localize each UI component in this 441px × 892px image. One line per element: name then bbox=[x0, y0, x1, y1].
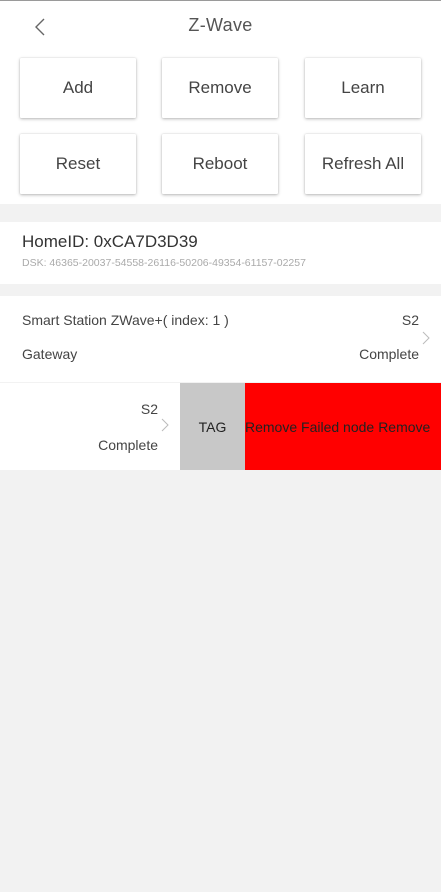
tag-button[interactable]: TAG bbox=[180, 383, 245, 470]
remove-node-button[interactable]: Remove bbox=[378, 419, 430, 435]
device-type: Gateway bbox=[22, 346, 78, 362]
security-level: S2 bbox=[140, 401, 158, 417]
home-id: HomeID: 0xCA7D3D39 bbox=[22, 232, 198, 251]
device-name: Smart Station ZWave+( index: 1 ) bbox=[22, 312, 229, 328]
inclusion-status: Complete bbox=[359, 346, 419, 362]
security-level: S2 bbox=[401, 312, 419, 328]
dsk-value: DSK: 46365-20037-54558-26116-50206-49354… bbox=[22, 257, 306, 269]
chevron-right-icon bbox=[161, 418, 169, 432]
chevron-right-icon bbox=[422, 331, 430, 345]
learn-button[interactable]: Learn bbox=[305, 58, 421, 118]
danger-actions: Remove Failed node Remove bbox=[245, 383, 441, 470]
device-row[interactable]: Smart Station ZWave+( index: 1 ) Gateway… bbox=[0, 296, 441, 382]
refresh-all-button[interactable]: Refresh All bbox=[305, 134, 421, 194]
network-info: HomeID: 0xCA7D3D39 DSK: 46365-20037-5455… bbox=[0, 222, 441, 284]
reboot-button[interactable]: Reboot bbox=[162, 134, 278, 194]
inclusion-status: Complete bbox=[98, 437, 158, 453]
reset-button[interactable]: Reset bbox=[20, 134, 136, 194]
remove-failed-node-button[interactable]: Remove Failed node bbox=[245, 419, 374, 435]
top-panel: Z-Wave Add Remove Learn Reset Reboot Ref… bbox=[0, 0, 441, 204]
remove-button[interactable]: Remove bbox=[162, 58, 278, 118]
add-button[interactable]: Add bbox=[20, 58, 136, 118]
device-row-swiped[interactable]: S2 Complete TAG Remove Failed node Remov… bbox=[0, 383, 441, 470]
page-title: Z-Wave bbox=[188, 15, 253, 35]
nav-bar: Z-Wave bbox=[0, 1, 441, 51]
